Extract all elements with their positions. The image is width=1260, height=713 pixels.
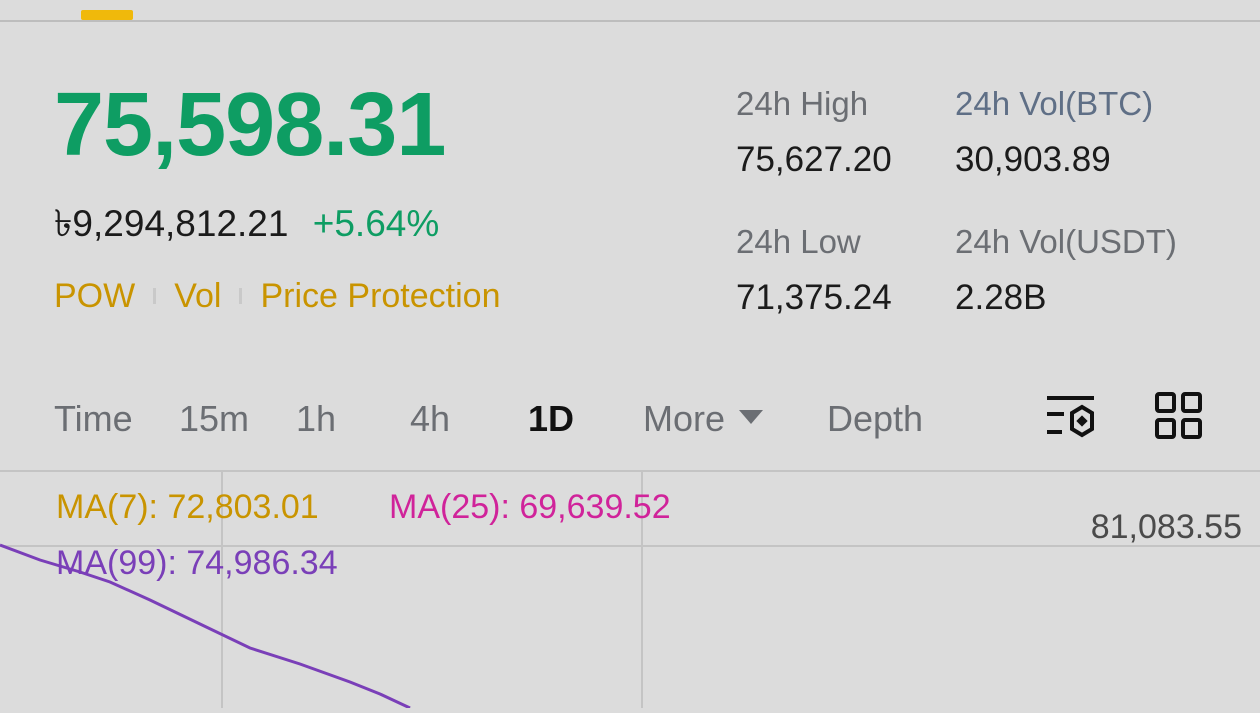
active-tab-indicator xyxy=(81,10,133,20)
low-value: 71,375.24 xyxy=(736,278,892,317)
tag-row: POW Vol Price Protection xyxy=(54,277,500,313)
layout-button[interactable] xyxy=(1154,390,1206,447)
top-divider xyxy=(0,20,1260,22)
indicator-settings-button[interactable] xyxy=(1044,390,1098,447)
ma7-label: MA(7): 72,803.01 xyxy=(56,488,319,526)
tab-15m[interactable]: 15m xyxy=(179,395,249,443)
tab-more[interactable]: More xyxy=(643,395,764,443)
vol-usdt-label: 24h Vol(USDT) xyxy=(955,223,1177,260)
tab-1d[interactable]: 1D xyxy=(528,395,574,443)
fiat-price: ৳9,294,812.21 xyxy=(54,203,289,244)
last-price: 75,598.31 xyxy=(54,75,446,175)
tab-4h[interactable]: 4h xyxy=(410,395,450,443)
change-percent: +5.64% xyxy=(312,203,440,244)
price-scale-top: 81,083.55 xyxy=(1090,508,1242,546)
fiat-price-line: ৳9,294,812.21 +5.64% xyxy=(54,205,439,242)
grid-layout-icon xyxy=(1155,392,1202,439)
tab-time[interactable]: Time xyxy=(54,395,133,443)
caret-down-icon xyxy=(739,410,764,425)
vol-btc-label: 24h Vol(BTC) xyxy=(955,85,1154,122)
vol-btc-value: 30,903.89 xyxy=(955,140,1111,179)
tag-separator xyxy=(239,288,243,305)
vol-usdt-value: 2.28B xyxy=(955,278,1047,317)
ma25-label: MA(25): 69,639.52 xyxy=(389,488,671,526)
tag-vol[interactable]: Vol xyxy=(174,279,221,313)
tab-1h[interactable]: 1h xyxy=(296,395,336,443)
tag-pow[interactable]: POW xyxy=(54,279,135,313)
tab-depth[interactable]: Depth xyxy=(827,395,923,443)
tag-price-protection[interactable]: Price Protection xyxy=(260,279,500,313)
tag-separator xyxy=(153,288,157,305)
high-label: 24h High xyxy=(736,85,869,122)
chart-settings-icon xyxy=(1047,396,1094,438)
high-value: 75,627.20 xyxy=(736,140,892,179)
low-label: 24h Low xyxy=(736,223,861,260)
ma99-label: MA(99): 74,986.34 xyxy=(56,544,338,582)
tab-more-label: More xyxy=(643,398,726,439)
